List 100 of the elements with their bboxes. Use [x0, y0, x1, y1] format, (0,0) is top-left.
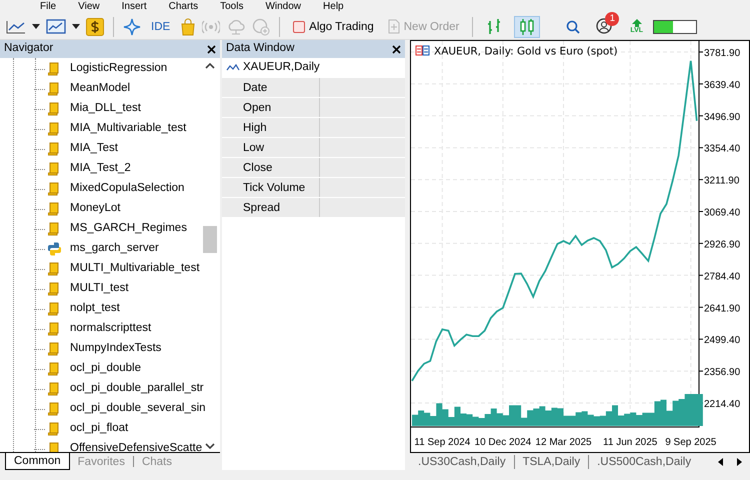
data-label-cell: Open	[222, 98, 320, 117]
chart-tab[interactable]: .US500Cash,Daily	[589, 454, 700, 470]
navigator-item[interactable]: MixedCopulaSelection	[70, 180, 184, 198]
close-icon[interactable]	[392, 44, 401, 54]
search-icon[interactable]	[566, 20, 580, 34]
price-tick	[698, 211, 704, 212]
price-axis-label: 2214.40	[704, 399, 740, 410]
navigator-item[interactable]: ocl_pi_float	[70, 420, 128, 438]
menu-item[interactable]: Insert	[122, 0, 147, 14]
menu-item[interactable]: Help	[323, 0, 344, 14]
time-axis-label: 10 Dec 2024	[474, 437, 532, 448]
menu-item[interactable]: Window	[265, 0, 302, 14]
navigator-item[interactable]: ocl_pi_double_parallel_str	[70, 380, 204, 398]
navigator-item[interactable]: ocl_pi_double	[70, 360, 141, 378]
line-chart-icon	[226, 63, 240, 73]
price-tick	[698, 306, 704, 308]
price-tick	[698, 338, 704, 340]
dollar-icon[interactable]	[86, 18, 104, 36]
price-axis-label: 3639.40	[704, 80, 740, 91]
menu-item[interactable]: File	[40, 0, 56, 14]
navigator-item[interactable]: ms_garch_server	[70, 240, 159, 258]
data-label-cell: Tick Volume	[222, 178, 320, 197]
chart-tab[interactable]: .US30Cash,Daily	[410, 454, 514, 470]
navigator-item[interactable]: Mia_DLL_test	[70, 100, 141, 118]
scroll-right-icon[interactable]	[737, 458, 742, 466]
navigator-item[interactable]: normalscripttest	[70, 320, 152, 338]
symbol-icon	[416, 46, 430, 56]
menu-item[interactable]: Tools	[220, 0, 244, 14]
price-axis-label: 2641.90	[704, 303, 740, 314]
navigator-item[interactable]: MULTI_Multivariable_test	[70, 260, 200, 278]
symbol-label: XAUEUR,Daily	[243, 60, 320, 76]
script-icon	[48, 122, 61, 136]
price-axis-label: 3211.90	[704, 176, 740, 187]
navigator-item[interactable]: ocl_pi_double_several_sin	[70, 400, 206, 418]
script-icon	[48, 382, 61, 396]
scrollbar-thumb[interactable]	[203, 226, 217, 253]
navigator-item[interactable]: MIA_Test_2	[70, 160, 131, 178]
navigator-item[interactable]: nolpt_test	[70, 300, 120, 318]
time-axis-label: 9 Sep 2025	[665, 437, 716, 448]
time-axis-label: 12 Mar 2025	[535, 437, 592, 448]
scroll-down-icon[interactable]	[205, 443, 215, 449]
data-label-cell: High	[222, 118, 320, 137]
script-icon	[48, 182, 61, 196]
data-label-cell: Date	[222, 78, 320, 97]
script-icon	[48, 82, 61, 96]
navigator-item[interactable]: MS_GARCH_Regimes	[70, 220, 187, 238]
panel-title: Navigator	[4, 41, 54, 56]
scroll-left-icon[interactable]	[718, 458, 723, 466]
scroll-up-icon[interactable]	[205, 63, 215, 69]
price-axis-label: 3781.90	[704, 48, 740, 59]
script-icon	[48, 202, 61, 216]
script-icon	[48, 422, 61, 436]
price-tick	[698, 179, 704, 180]
user-icon[interactable]	[596, 18, 612, 34]
navigator-item[interactable]: MIA_Test	[70, 140, 118, 158]
close-icon[interactable]	[207, 44, 216, 54]
caret-icon[interactable]	[72, 24, 80, 29]
price-tick	[698, 115, 704, 116]
script-icon	[48, 262, 61, 276]
caret-icon[interactable]	[32, 24, 40, 29]
price-tick	[698, 370, 704, 372]
navigator-item[interactable]: OffensiveDefensiveScatte	[70, 440, 202, 452]
navigator-item[interactable]: MIA_Multivariable_test	[70, 120, 186, 138]
chart-window-icon[interactable]	[46, 18, 66, 34]
chart-tab[interactable]: TSLA,Daily	[514, 454, 588, 470]
price-axis-label: 3496.90	[704, 112, 740, 123]
algo-trading-button[interactable]: Algo Trading	[289, 16, 378, 38]
menu-item[interactable]: Charts	[168, 0, 198, 14]
chart-title: XAUEUR, Daily: Gold vs Euro (spot)	[434, 46, 618, 58]
navigator-item[interactable]: MeanModel	[70, 80, 130, 98]
menu-item[interactable]: View	[78, 0, 100, 14]
sparkle-icon[interactable]	[123, 18, 141, 36]
price-tick	[698, 83, 704, 84]
time-axis-label: 11 Sep 2024	[414, 437, 470, 448]
script-icon	[48, 342, 61, 356]
chart-type-button[interactable]	[514, 16, 540, 38]
script-icon	[48, 102, 61, 116]
price-tick	[698, 242, 704, 244]
navigator-item[interactable]: NumpyIndexTests	[70, 340, 162, 358]
price-axis-label: 3069.40	[704, 208, 740, 218]
script-icon	[48, 302, 61, 316]
navigator-item[interactable]: LogisticRegression	[70, 60, 168, 78]
panel-tab[interactable]: Common	[5, 453, 70, 470]
line-chart-icon[interactable]	[6, 20, 26, 34]
price-axis-label: 3354.40	[704, 144, 740, 155]
price-axis-label: 2784.40	[704, 271, 740, 282]
price-axis-label: 2499.40	[704, 335, 740, 346]
up-arrow-icon[interactable]	[632, 18, 642, 26]
candlestick-icon	[518, 18, 536, 36]
script-icon	[48, 322, 61, 336]
script-icon	[48, 402, 61, 416]
navigator-item[interactable]: MoneyLot	[70, 200, 121, 218]
navigator-item[interactable]: MULTI_test	[70, 280, 129, 298]
script-icon	[48, 62, 61, 76]
price-tick	[698, 274, 704, 276]
data-label-cell: Low	[222, 138, 320, 157]
script-icon	[48, 142, 61, 156]
data-label-cell: Close	[222, 158, 320, 177]
ide-button[interactable]: IDE	[147, 16, 174, 38]
python-icon	[48, 242, 61, 256]
